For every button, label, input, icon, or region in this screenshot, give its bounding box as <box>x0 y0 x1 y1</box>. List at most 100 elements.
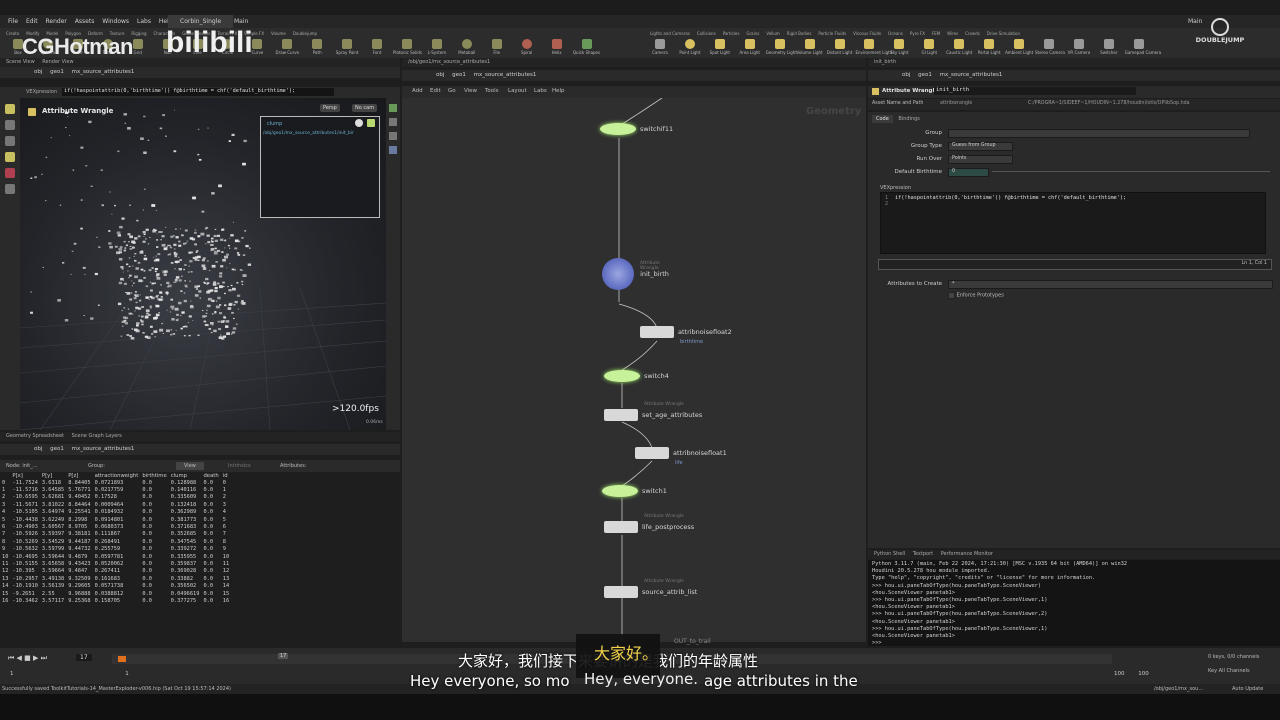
menu-render[interactable]: Render <box>46 18 67 25</box>
menu-windows[interactable]: Windows <box>102 18 129 25</box>
shelf-tab[interactable]: Pyro FX <box>910 31 925 36</box>
shelf-tool[interactable]: Sky Light <box>885 37 913 55</box>
menu-labs[interactable]: Labs <box>137 18 151 25</box>
lighting-icon[interactable] <box>389 146 397 154</box>
menu-add[interactable]: Add <box>412 88 423 94</box>
menu-edit[interactable]: Edit <box>26 18 38 25</box>
shelf-tab[interactable]: Grains <box>746 31 759 36</box>
path-node[interactable]: mx_source_attributes1 <box>474 72 537 78</box>
default-birthtime-field[interactable]: 0 <box>948 168 989 177</box>
menu-view[interactable]: View <box>464 88 477 94</box>
shelf-tool[interactable]: Portal Light <box>975 37 1003 55</box>
shelf-tool[interactable]: Spiral <box>513 37 541 55</box>
shelf-tab[interactable]: Collisions <box>697 31 716 36</box>
tab-geometry-spreadsheet[interactable]: Geometry Spreadsheet <box>6 433 64 439</box>
table-row[interactable]: 7 -10.5926 3.59397 9.38181 0.111867 0.0 0.3526… <box>2 531 233 538</box>
tab-render-view[interactable]: Render View <box>42 59 73 65</box>
tab-bindings[interactable]: Bindings <box>894 115 924 123</box>
jump-start-icon[interactable]: ⏮ <box>8 654 14 662</box>
tab-textport[interactable]: Textport <box>913 551 933 557</box>
tab-performance-monitor[interactable]: Performance Monitor <box>941 551 993 557</box>
auto-update-menu[interactable]: Auto Update <box>1232 686 1263 692</box>
key-all-button[interactable]: Key All Channels <box>1208 668 1250 674</box>
path-obj[interactable]: obj <box>436 72 444 78</box>
table-row[interactable]: 9 -10.5632 3.59799 9.44732 0.255759 0.0 0.3392… <box>2 546 233 553</box>
path-geo1[interactable]: geo1 <box>50 446 64 452</box>
path-obj[interactable]: obj <box>34 446 42 452</box>
menu-labs[interactable]: Labs <box>534 88 547 94</box>
node-switchif11[interactable]: switchif11 <box>600 123 673 135</box>
path-obj[interactable]: obj <box>34 69 42 75</box>
path-obj[interactable]: obj <box>902 72 910 78</box>
handle-tool-icon[interactable] <box>5 152 15 162</box>
tab-code[interactable]: Code <box>872 115 893 123</box>
node-attribnoisefloat2[interactable]: attribnoisefloat2 birthtime <box>640 326 732 345</box>
path-geo1[interactable]: geo1 <box>918 72 932 78</box>
viewer-vex-field[interactable]: if(!haspointattrib(0,'birthtime')) f@bir… <box>62 88 334 96</box>
shelf-tab[interactable]: Rigging <box>131 31 146 36</box>
shelf-tool[interactable]: Spray Paint <box>333 37 361 55</box>
shelf-tab[interactable]: Oceans <box>888 31 903 36</box>
node-source-attrib-list[interactable]: source_attrib_list Attribute Wrangle <box>604 579 697 598</box>
table-row[interactable]: 16 -10.3462 3.57117 9.25368 0.158705 0.0 0.377… <box>2 597 233 604</box>
group-type-menu[interactable]: Guess from Group <box>948 142 1013 151</box>
python-shell[interactable]: Python 3.11.7 (main, Feb 22 2024, 17:21:… <box>868 560 1280 646</box>
stop-icon[interactable]: ■ <box>24 654 31 662</box>
run-over-menu[interactable]: Points <box>948 155 1013 164</box>
node-life-postprocess[interactable]: life_postprocess Attribute Wrangle <box>604 514 694 533</box>
table-row[interactable]: 4 -10.5105 3.64974 9.25541 0.0184932 0.0 0.362… <box>2 509 233 516</box>
step-back-icon[interactable]: ◀ <box>17 654 22 662</box>
view-menu[interactable]: View <box>176 462 204 470</box>
shelf-tab[interactable]: Vellum <box>766 31 780 36</box>
menu-assets[interactable]: Assets <box>75 18 95 25</box>
menu-tools[interactable]: Tools <box>485 88 499 94</box>
frame-field[interactable]: 17 <box>76 654 92 661</box>
shelf-tool[interactable]: Volume Light <box>796 37 824 55</box>
play-icon[interactable]: ▶ <box>33 654 38 662</box>
shelf-tab[interactable]: FEM <box>932 31 940 36</box>
path-node[interactable]: mx_source_attributes1 <box>72 69 135 75</box>
shelf-tool[interactable]: Stereo Camera <box>1035 37 1065 55</box>
menu-go[interactable]: Go <box>448 88 456 94</box>
pose-tool-icon[interactable] <box>5 168 15 178</box>
shelf-tab[interactable]: Wires <box>947 31 958 36</box>
default-birthtime-slider[interactable] <box>992 171 1270 172</box>
tab-params[interactable]: init_birth <box>874 59 896 65</box>
shelf-tab[interactable]: Crowds <box>965 31 980 36</box>
node-switch1[interactable]: switch1 <box>602 485 667 497</box>
shelf-tool[interactable]: Helix <box>543 37 571 55</box>
shelf-tab[interactable]: Particle Fluids <box>818 31 846 36</box>
end-field[interactable]: 100 <box>1114 671 1125 677</box>
tab-python-shell[interactable]: Python Shell <box>874 551 905 557</box>
table-row[interactable]: 5 -10.4438 3.62249 8.2998 0.0914801 0.0 0.3817… <box>2 516 233 523</box>
display-option-icon[interactable] <box>389 104 397 112</box>
shelf-tool[interactable]: Distant Light <box>826 37 854 55</box>
wireframe-icon[interactable] <box>389 118 397 126</box>
rotate-tool-icon[interactable] <box>5 136 15 146</box>
table-row[interactable]: 13 -10.2957 3.49138 9.32509 0.161683 0.0 0.338… <box>2 575 233 582</box>
shelf-tool[interactable]: Spot Light <box>706 37 734 55</box>
shelf-tab[interactable]: Volume <box>271 31 286 36</box>
gear-icon[interactable] <box>355 119 363 127</box>
shelf-tool[interactable]: GI Light <box>915 37 943 55</box>
shelf-tool[interactable]: Switcher <box>1095 37 1123 55</box>
shelf-tool[interactable]: Gamepad Camera <box>1125 37 1161 55</box>
shelf-tab[interactable]: Drive Simulation <box>987 31 1020 36</box>
start-field-2[interactable]: 1 <box>125 671 129 677</box>
tab-scene-view[interactable]: Scene View <box>6 59 35 65</box>
view-tool-icon[interactable] <box>5 184 15 194</box>
move-tool-icon[interactable] <box>5 120 15 130</box>
shelf-tool[interactable]: Geometry Light <box>766 37 797 55</box>
path-node[interactable]: mx_source_attributes1 <box>72 446 135 452</box>
table-row[interactable]: 14 -10.1910 3.56139 9.29605 0.0571738 0.0 0.35… <box>2 582 233 589</box>
menu-edit[interactable]: Edit <box>430 88 441 94</box>
shelf-tool[interactable]: Caustic Light <box>945 37 973 55</box>
current-frame-marker[interactable]: 17 <box>278 653 289 659</box>
pin-icon[interactable] <box>367 119 375 127</box>
shelf-tool[interactable]: L-System <box>423 37 451 55</box>
path-geo1[interactable]: geo1 <box>50 69 64 75</box>
shelf-tool[interactable]: Font <box>363 37 391 55</box>
enforce-prototypes-checkbox[interactable] <box>948 292 955 299</box>
shelf-tab[interactable]: Lights and Cameras <box>650 31 690 36</box>
node-set-age-attributes[interactable]: set_age_attributes Attribute Wrangle <box>604 402 702 421</box>
